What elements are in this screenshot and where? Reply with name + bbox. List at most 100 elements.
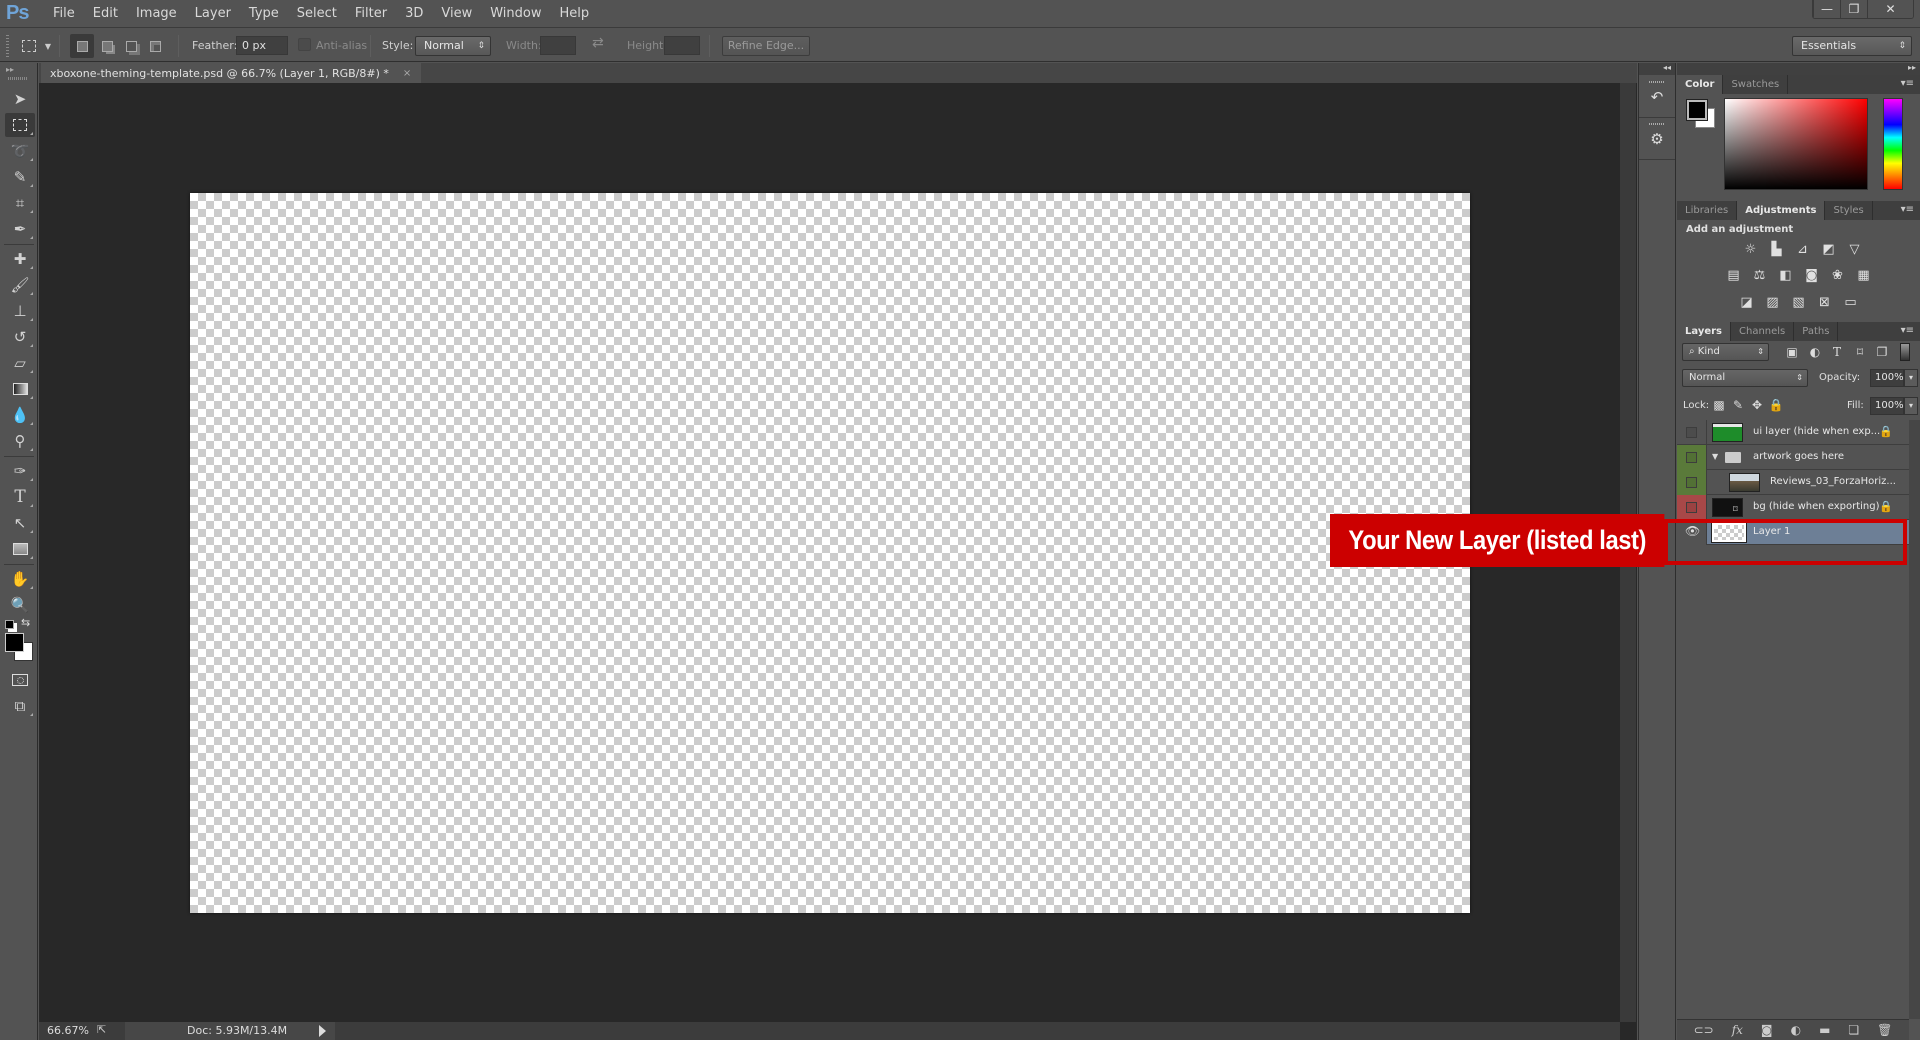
move-tool[interactable]: ➤ — [5, 87, 35, 111]
gradient-tool[interactable] — [5, 377, 35, 401]
color-balance-icon[interactable]: ⚖ — [1751, 267, 1769, 283]
tab-channels[interactable]: Channels — [1731, 322, 1795, 341]
history-brush-tool[interactable]: ↺ — [5, 325, 35, 349]
tab-adjustments[interactable]: Adjustments — [1737, 201, 1826, 220]
properties-panel-button[interactable]: ⚙ — [1639, 119, 1675, 160]
canvas-transparent[interactable] — [190, 193, 1470, 913]
menu-help[interactable]: Help — [551, 0, 599, 28]
clone-stamp-tool[interactable]: ⊥ — [5, 299, 35, 323]
collapse-dock-icon[interactable]: ◂◂ — [1639, 63, 1675, 75]
restore-button[interactable]: ❐ — [1840, 0, 1867, 18]
eyedropper-tool[interactable]: ✒ — [5, 217, 35, 241]
close-tab-icon[interactable]: × — [403, 68, 411, 79]
minimize-button[interactable]: — — [1813, 0, 1840, 18]
filter-type-icon[interactable]: T — [1829, 344, 1845, 360]
close-window-button[interactable]: ✕ — [1867, 0, 1913, 18]
rectangular-marquee-preset-icon[interactable] — [18, 36, 40, 56]
filter-pixel-icon[interactable]: ▣ — [1784, 344, 1800, 360]
visibility-toggle[interactable] — [1677, 445, 1707, 470]
path-selection-tool[interactable]: ↖ — [5, 511, 35, 535]
color-lookup-icon[interactable]: ▦ — [1855, 267, 1873, 283]
panel-menu-icon[interactable]: ▾≡ — [1901, 204, 1914, 215]
filter-adjustment-icon[interactable]: ◐ — [1807, 344, 1823, 360]
lock-all-icon[interactable]: 🔒 — [1768, 397, 1784, 413]
blend-mode-dropdown[interactable]: Normal ⇕ — [1682, 369, 1808, 387]
menu-filter[interactable]: Filter — [346, 0, 396, 28]
fill-input[interactable]: 100% — [1870, 397, 1904, 415]
refine-edge-button[interactable]: Refine Edge... — [722, 36, 810, 56]
tab-paths[interactable]: Paths — [1794, 322, 1839, 341]
black-white-icon[interactable]: ◧ — [1777, 267, 1795, 283]
panel-foreground-color[interactable] — [1686, 99, 1708, 121]
zoom-level[interactable]: 66.67% — [47, 1024, 89, 1037]
expand-dock-icon[interactable]: ▸▸ — [1677, 63, 1920, 75]
menu-view[interactable]: View — [432, 0, 481, 28]
workspace-dropdown[interactable]: Essentials ⇕ — [1792, 36, 1912, 56]
height-input[interactable] — [664, 36, 700, 55]
brush-tool[interactable]: 🖌 — [5, 273, 35, 297]
filter-shape-icon[interactable]: ⌑ — [1852, 344, 1868, 360]
tab-libraries[interactable]: Libraries — [1677, 201, 1738, 220]
menu-image[interactable]: Image — [127, 0, 186, 28]
new-selection-icon[interactable] — [70, 34, 94, 58]
vibrance-icon[interactable]: ▽ — [1846, 241, 1864, 257]
tab-styles[interactable]: Styles — [1825, 201, 1873, 220]
layer-row[interactable]: ⌑ bg (hide when exporting) 🔒 — [1677, 495, 1909, 520]
lock-image-icon[interactable]: ✎ — [1730, 397, 1746, 413]
menu-select[interactable]: Select — [288, 0, 346, 28]
zoom-tool[interactable]: 🔍 — [5, 593, 35, 617]
crop-tool[interactable]: ⌗ — [5, 191, 35, 215]
share-icon[interactable]: ⇱ — [97, 1023, 106, 1036]
gradient-map-icon[interactable]: ▭ — [1842, 294, 1860, 310]
history-panel-button[interactable]: ↶ — [1639, 77, 1675, 118]
layer-row[interactable]: Reviews_03_ForzaHoriz... — [1677, 470, 1909, 495]
link-layers-icon[interactable]: ⊂⊃ — [1694, 1023, 1714, 1037]
menu-file[interactable]: File — [44, 0, 84, 28]
options-bar-grip[interactable] — [6, 35, 9, 57]
quick-selection-tool[interactable]: ✎ — [5, 165, 35, 189]
intersect-selection-icon[interactable] — [144, 36, 166, 56]
invert-icon[interactable]: ◪ — [1738, 294, 1756, 310]
exposure-icon[interactable]: ◩ — [1820, 241, 1838, 257]
menu-type[interactable]: Type — [240, 0, 288, 28]
lock-position-icon[interactable]: ✥ — [1749, 397, 1765, 413]
add-to-selection-icon[interactable] — [96, 36, 118, 56]
hand-tool[interactable]: ✋ — [5, 567, 35, 591]
foreground-color-swatch[interactable] — [5, 633, 24, 652]
panel-menu-icon[interactable]: ▾≡ — [1901, 325, 1914, 336]
layers-scrollbar[interactable] — [1909, 420, 1920, 1019]
filter-kind-dropdown[interactable]: ⌕ Kind ⇕ — [1682, 343, 1769, 361]
swap-width-height-icon[interactable]: ⇄ — [592, 35, 604, 51]
fill-dropdown-arrow[interactable]: ▾ — [1904, 397, 1918, 415]
document-tab[interactable]: xboxone-theming-template.psd @ 66.7% (La… — [41, 63, 422, 83]
filter-toggle[interactable] — [1900, 343, 1910, 361]
quick-mask-tool[interactable] — [5, 668, 35, 692]
add-mask-icon[interactable]: ◙ — [1761, 1023, 1773, 1037]
tab-color[interactable]: Color — [1677, 75, 1724, 94]
expand-triangle-icon[interactable]: ▼ — [1712, 452, 1718, 461]
layer-row[interactable]: ui layer (hide when exp... 🔒 — [1677, 420, 1909, 445]
filter-smart-object-icon[interactable]: ❐ — [1874, 344, 1890, 360]
menu-layer[interactable]: Layer — [186, 0, 240, 28]
screen-mode-tool[interactable]: ⧉ — [5, 694, 35, 718]
selective-color-icon[interactable]: ⊠ — [1816, 294, 1834, 310]
layer-group-row[interactable]: ▼ artwork goes here — [1677, 445, 1909, 470]
fx-icon[interactable]: fx — [1732, 1023, 1743, 1037]
new-group-icon[interactable]: ▬ — [1819, 1023, 1830, 1037]
color-spectrum[interactable] — [1724, 98, 1868, 190]
menu-window[interactable]: Window — [481, 0, 550, 28]
brightness-contrast-icon[interactable]: ☼ — [1742, 241, 1760, 257]
threshold-icon[interactable]: ▧ — [1790, 294, 1808, 310]
visibility-toggle[interactable] — [1677, 470, 1707, 495]
visibility-toggle[interactable] — [1677, 420, 1707, 445]
new-adjustment-layer-icon[interactable]: ◐ — [1791, 1023, 1801, 1037]
menu-edit[interactable]: Edit — [84, 0, 127, 28]
tab-swatches[interactable]: Swatches — [1723, 75, 1789, 94]
subtract-from-selection-icon[interactable] — [120, 36, 142, 56]
menu-3d[interactable]: 3D — [396, 0, 432, 28]
tool-preset-dropdown-icon[interactable]: ▼ — [42, 36, 54, 56]
levels-icon[interactable]: ▙ — [1768, 241, 1786, 257]
tab-layers[interactable]: Layers — [1677, 322, 1731, 341]
type-tool[interactable]: T — [5, 485, 35, 509]
spot-healing-tool[interactable]: ✚ — [5, 247, 35, 271]
